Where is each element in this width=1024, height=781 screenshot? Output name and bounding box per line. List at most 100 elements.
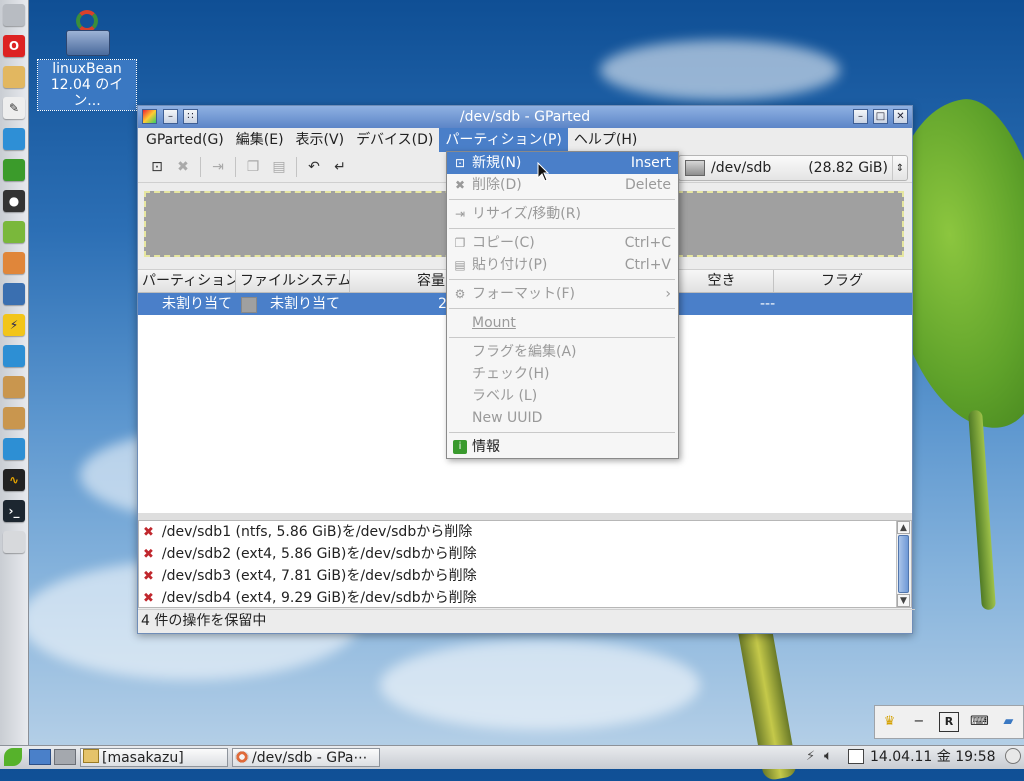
minimize-button[interactable]: –: [853, 109, 868, 124]
list-item[interactable]: ✖/dev/sdb2 (ext4, 5.86 GiB)を/dev/sdbから削除: [143, 543, 477, 566]
eraser-icon[interactable]: ▰: [999, 713, 1017, 731]
minus-icon[interactable]: −: [910, 713, 928, 731]
row-partition: 未割り当て: [162, 296, 232, 312]
network-icon[interactable]: ⚡: [806, 749, 815, 764]
menu-partition[interactable]: パーティション(P): [439, 128, 568, 152]
window-title: /dev/sdb - GParted: [459, 109, 591, 125]
apply-icon[interactable]: ↵: [327, 155, 353, 179]
opera-browser-icon[interactable]: O: [3, 35, 25, 57]
text-editor-icon[interactable]: ✎: [3, 97, 25, 119]
r-mode-icon[interactable]: R: [938, 712, 959, 732]
paint-palette-icon[interactable]: [3, 252, 25, 274]
desktop-icon-label: linuxBean 12.04 のイン...: [37, 59, 137, 111]
partition-menu: ⊡ 新規(N) Insert ✖ 削除(D) Delete ⇥ リサイズ/移動(…: [446, 151, 679, 459]
window-menu-button[interactable]: –: [163, 109, 178, 124]
calendar-icon[interactable]: [848, 749, 864, 764]
workspace-icon[interactable]: [54, 749, 76, 765]
list-item[interactable]: ✖/dev/sdb3 (ext4, 7.81 GiB)を/dev/sdbから削除: [143, 565, 477, 588]
list-item[interactable]: ✖/dev/sdb4 (ext4, 9.29 GiB)を/dev/sdbから削除: [143, 587, 477, 610]
volume-icon[interactable]: 🔈︎: [824, 748, 832, 764]
application-dock: O ✎ ● ⚡ ∿ ›_: [0, 0, 29, 745]
window-icon[interactable]: [142, 109, 157, 124]
desktop-icon-linuxbean-installer[interactable]: linuxBean 12.04 のイン...: [37, 8, 137, 111]
taskbar-button-gparted[interactable]: /dev/sdb - GPa⋯: [232, 748, 380, 767]
menu-item-format[interactable]: ⚙ フォーマット(F) ›: [447, 283, 678, 305]
terminal-icon[interactable]: ›_: [3, 500, 25, 522]
paste-icon[interactable]: ▤: [266, 155, 292, 179]
menu-item-paste[interactable]: ▤ 貼り付け(P) Ctrl+V: [447, 254, 678, 276]
media-disc-icon[interactable]: ●: [3, 190, 25, 212]
start-menu-leaf-icon[interactable]: [4, 748, 22, 766]
new-partition-icon: ⊡: [454, 156, 466, 170]
menu-item-information[interactable]: i 情報: [447, 436, 678, 458]
column-partition[interactable]: パーティション: [138, 270, 236, 292]
list-item[interactable]: ✖/dev/sdb1 (ntfs, 5.86 GiB)を/dev/sdbから削除: [143, 521, 472, 544]
filesystem-color-swatch: [241, 297, 257, 313]
power-icon[interactable]: [1005, 748, 1021, 764]
drive-icon: [62, 8, 112, 58]
delete-icon: ✖: [143, 591, 154, 606]
scroll-up-icon[interactable]: ▲: [897, 521, 910, 534]
menu-item-check[interactable]: チェック(H): [447, 363, 678, 385]
delete-partition-icon[interactable]: ✖: [170, 155, 196, 179]
input-method-panel: ♛ − R ⌨ ▰: [874, 705, 1024, 739]
trash-icon[interactable]: [3, 531, 25, 553]
delete-icon: ✖: [143, 569, 154, 584]
column-free[interactable]: 空き: [670, 270, 774, 292]
system-monitor-icon[interactable]: ∿: [3, 469, 25, 491]
menu-item-new[interactable]: ⊡ 新規(N) Insert: [447, 152, 678, 174]
sticky-button[interactable]: ∷: [183, 109, 198, 124]
resize-icon: ⇥: [454, 207, 466, 221]
menu-device[interactable]: デバイス(D): [350, 128, 439, 152]
chat-icon[interactable]: [3, 128, 25, 150]
package-install-icon[interactable]: [3, 407, 25, 429]
undo-icon[interactable]: ↶: [301, 155, 327, 179]
maximize-button[interactable]: □: [873, 109, 888, 124]
scroll-thumb[interactable]: [898, 535, 909, 593]
status-bar: 4 件の操作を保留中: [138, 609, 915, 632]
keyboard-icon[interactable]: ⌨: [970, 713, 989, 731]
menu-view[interactable]: 表示(V): [290, 128, 351, 152]
mail-stamp-icon[interactable]: [3, 66, 25, 88]
menu-item-delete[interactable]: ✖ 削除(D) Delete: [447, 174, 678, 196]
menu-item-resize-move[interactable]: ⇥ リサイズ/移動(R): [447, 203, 678, 225]
show-desktop-icon[interactable]: [29, 749, 51, 765]
resize-partition-icon[interactable]: ⇥: [205, 155, 231, 179]
menu-item-new-uuid[interactable]: New UUID: [447, 407, 678, 429]
column-flags[interactable]: フラグ: [774, 270, 910, 292]
delete-icon: ✖: [143, 525, 154, 540]
clock[interactable]: 14.04.11 金 19:58: [870, 748, 996, 766]
notebook-icon[interactable]: [3, 159, 25, 181]
shop-cart-icon[interactable]: [3, 438, 25, 460]
copy-icon: ❐: [454, 236, 466, 250]
package-box-icon[interactable]: [3, 376, 25, 398]
title-bar[interactable]: – ∷ /dev/sdb - GParted – □ ✕: [138, 106, 912, 128]
wireless-icon[interactable]: [3, 345, 25, 367]
column-size[interactable]: 容量: [350, 270, 450, 292]
pending-operations-list: ✖/dev/sdb1 (ntfs, 5.86 GiB)を/dev/sdbから削除…: [138, 520, 912, 608]
updown-arrow-icon: ⇕: [892, 156, 907, 180]
crown-icon[interactable]: ♛: [881, 713, 899, 731]
menu-gparted[interactable]: GParted(G): [140, 128, 230, 152]
copy-icon[interactable]: ❐: [240, 155, 266, 179]
column-filesystem[interactable]: ファイルシステム: [236, 270, 350, 292]
device-selector[interactable]: /dev/sdb (28.82 GiB) ⇕: [678, 155, 908, 181]
lightning-icon[interactable]: ⚡: [3, 314, 25, 336]
menu-item-edit-flags[interactable]: フラグを編集(A): [447, 341, 678, 363]
scroll-down-icon[interactable]: ▼: [897, 594, 910, 607]
new-partition-icon[interactable]: ⊡: [144, 155, 170, 179]
paste-icon: ▤: [454, 258, 466, 272]
menu-item-label[interactable]: ラベル (L): [447, 385, 678, 407]
delete-icon: ✖: [454, 178, 466, 192]
vertical-scrollbar[interactable]: ▲ ▼: [896, 521, 911, 607]
file-cabinet-icon[interactable]: [3, 4, 25, 26]
pane-splitter[interactable]: [138, 513, 912, 520]
image-viewer-icon[interactable]: [3, 283, 25, 305]
menu-item-mount[interactable]: Mount: [447, 312, 678, 334]
close-button[interactable]: ✕: [893, 109, 908, 124]
menu-edit[interactable]: 編集(E): [230, 128, 290, 152]
taskbar-button-folder[interactable]: [masakazu]: [80, 748, 228, 767]
menu-item-copy[interactable]: ❐ コピー(C) Ctrl+C: [447, 232, 678, 254]
game-creature-icon[interactable]: [3, 221, 25, 243]
menu-help[interactable]: ヘルプ(H): [568, 128, 643, 152]
